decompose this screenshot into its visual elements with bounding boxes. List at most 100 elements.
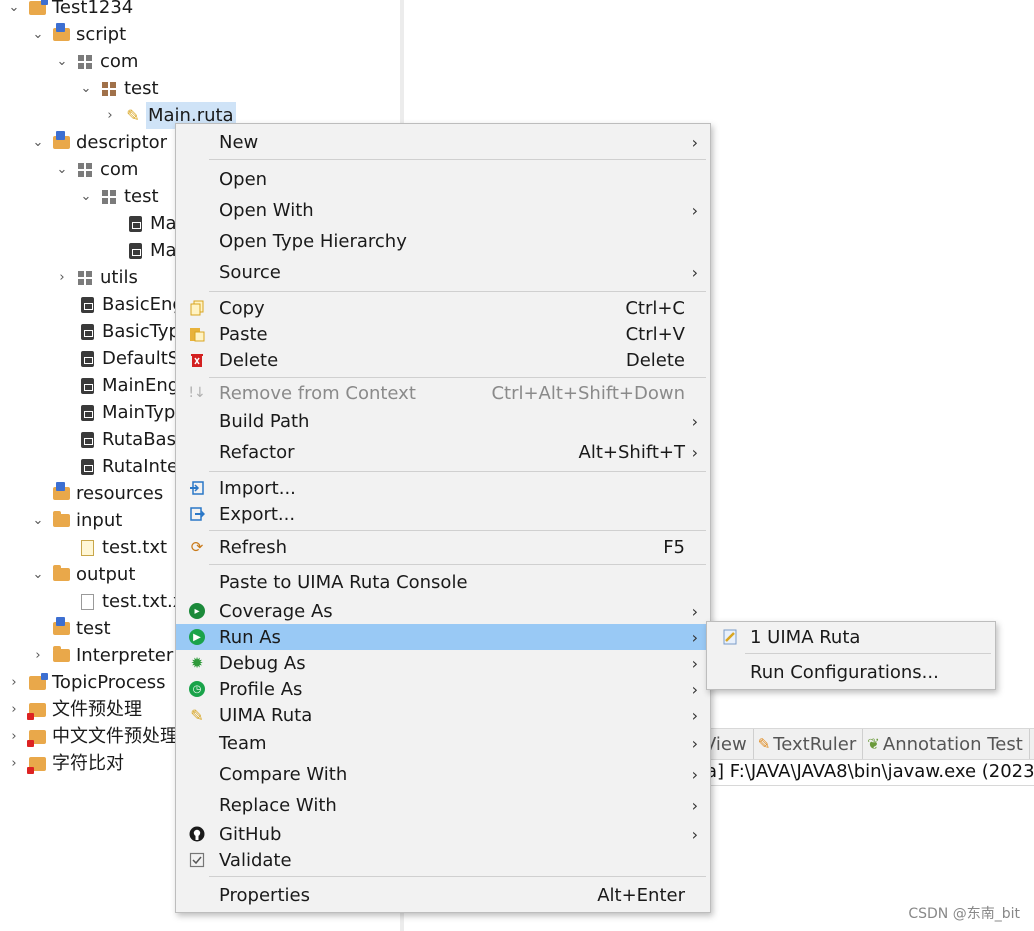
menu-item-replace-with[interactable]: Replace With › <box>176 792 710 818</box>
menu-item-profile-as[interactable]: ◷ Profile As › <box>176 676 710 702</box>
menu-item-delete[interactable]: Delete Delete <box>176 347 710 373</box>
collapse-arrow-icon[interactable]: › <box>30 642 46 669</box>
console-tab-bar: View ✎ TextRuler ❦ Annotation Test <box>700 728 1034 760</box>
tree-item-file[interactable]: BasicTyp <box>78 318 182 345</box>
xml-file-icon <box>78 431 96 449</box>
tab-label: Annotation Test <box>882 733 1023 755</box>
tree-item-file[interactable]: test.txt <box>78 534 169 561</box>
tree-item-label: input <box>76 510 123 531</box>
tree-item-file[interactable]: RutaBasi <box>78 426 183 453</box>
menu-item-source[interactable]: Source › <box>176 259 710 285</box>
folder-icon <box>52 511 70 530</box>
package-icon <box>76 53 94 71</box>
tree-item-file[interactable]: Ma <box>126 210 179 237</box>
menu-item-import[interactable]: Import... <box>176 475 710 501</box>
menu-item-paste-to-console[interactable]: Paste to UIMA Ruta Console <box>176 569 710 595</box>
tree-item-folder[interactable]: ⌄ output <box>30 561 137 588</box>
expand-arrow-icon[interactable]: ⌄ <box>78 75 94 102</box>
menu-item-run-as[interactable]: ▶ Run As › <box>176 624 710 650</box>
menu-shortcut: Ctrl+V <box>625 323 685 345</box>
menu-item-github[interactable]: GitHub › <box>176 821 710 847</box>
menu-item-label: GitHub <box>219 823 282 845</box>
collapse-arrow-icon[interactable]: › <box>102 102 118 129</box>
menu-item-export[interactable]: Export... <box>176 501 710 527</box>
expand-arrow-icon[interactable]: ⌄ <box>54 48 70 75</box>
menu-item-team[interactable]: Team › <box>176 730 710 756</box>
tree-item-package[interactable]: ⌄ test <box>78 183 161 210</box>
collapse-arrow-icon[interactable]: › <box>6 696 22 723</box>
submenu-arrow-icon: › <box>691 733 698 753</box>
tree-item-label: BasicEng <box>102 294 184 315</box>
paste-icon <box>188 325 206 343</box>
menu-item-refresh[interactable]: ⟳ Refresh F5 <box>176 534 710 560</box>
tree-item-folder[interactable]: ⌄ script <box>30 21 128 48</box>
submenu-arrow-icon: › <box>691 653 698 673</box>
export-icon <box>188 505 206 523</box>
tree-item-project[interactable]: › 中文文件预处理 <box>6 723 180 750</box>
menu-item-uima-ruta[interactable]: ✎ UIMA Ruta › <box>176 702 710 728</box>
expand-arrow-icon[interactable]: ⌄ <box>30 507 46 534</box>
source-folder-icon <box>52 617 70 638</box>
menu-item-compare-with[interactable]: Compare With › <box>176 761 710 787</box>
tree-item-folder[interactable]: ⌄ descriptor <box>30 129 169 156</box>
xml-file-icon <box>78 404 96 422</box>
tree-item-file[interactable]: MainEng <box>78 372 181 399</box>
collapse-arrow-icon[interactable]: › <box>6 750 22 777</box>
remove-context-icon: !↓ <box>188 385 206 401</box>
tree-item-file[interactable]: Ma <box>126 237 179 264</box>
menu-item-new[interactable]: New › <box>176 129 710 155</box>
package-icon <box>100 188 118 206</box>
submenu-item-uima-ruta[interactable]: 1 UIMA Ruta <box>707 623 995 651</box>
source-folder-icon <box>52 482 70 503</box>
menu-item-label: Build Path <box>219 410 310 432</box>
menu-item-copy[interactable]: Copy Ctrl+C <box>176 295 710 321</box>
expand-arrow-icon[interactable]: ⌄ <box>30 21 46 48</box>
tree-item-folder[interactable]: test <box>52 615 113 642</box>
submenu-item-run-configurations[interactable]: Run Configurations... <box>707 658 995 686</box>
menu-item-build-path[interactable]: Build Path › <box>176 408 710 434</box>
menu-item-validate[interactable]: Validate <box>176 847 710 873</box>
tree-item-file[interactable]: DefaultS <box>78 345 181 372</box>
menu-item-open-with[interactable]: Open With › <box>176 197 710 223</box>
tree-item-project[interactable]: › 文件预处理 <box>6 696 144 723</box>
menu-item-paste[interactable]: Paste Ctrl+V <box>176 321 710 347</box>
menu-item-open[interactable]: Open <box>176 166 710 192</box>
tree-item-project[interactable]: ⌄ Test1234 <box>6 0 135 21</box>
expand-arrow-icon[interactable]: ⌄ <box>30 129 46 156</box>
tree-item-package[interactable]: ⌄ com <box>54 156 140 183</box>
expand-arrow-icon[interactable]: ⌄ <box>6 0 22 21</box>
tree-item-file[interactable]: RutaInte <box>78 453 180 480</box>
tree-item-project[interactable]: › 字符比对 <box>6 750 126 777</box>
expand-arrow-icon[interactable]: ⌄ <box>30 561 46 588</box>
tree-item-package[interactable]: › utils <box>54 264 140 291</box>
menu-item-refactor[interactable]: Refactor Alt+Shift+T › <box>176 439 710 465</box>
collapse-arrow-icon[interactable]: › <box>6 669 22 696</box>
menu-item-label: Paste <box>219 323 268 345</box>
tree-item-package[interactable]: ⌄ com <box>54 48 140 75</box>
tree-item-folder[interactable]: › Interpreter <box>30 642 175 669</box>
menu-item-properties[interactable]: Properties Alt+Enter <box>176 882 710 908</box>
menu-item-coverage-as[interactable]: ▸ Coverage As › <box>176 598 710 624</box>
expand-arrow-icon[interactable]: ⌄ <box>78 183 94 210</box>
menu-item-label: Validate <box>219 849 292 871</box>
tree-item-label: resources <box>76 483 164 504</box>
expand-arrow-icon[interactable]: ⌄ <box>54 156 70 183</box>
collapse-arrow-icon[interactable]: › <box>54 264 70 291</box>
tree-item-label: Test1234 <box>52 0 134 18</box>
collapse-arrow-icon[interactable]: › <box>6 723 22 750</box>
menu-item-debug-as[interactable]: ✹ Debug As › <box>176 650 710 676</box>
tab-textruler[interactable]: ✎ TextRuler <box>754 729 864 759</box>
menu-item-open-type-hierarchy[interactable]: Open Type Hierarchy <box>176 228 710 254</box>
tab-annotation-test[interactable]: ❦ Annotation Test <box>863 729 1030 759</box>
project-folder-icon <box>28 672 48 692</box>
tree-item-project[interactable]: › TopicProcess <box>6 669 168 696</box>
tree-item-file[interactable]: MainTyp <box>78 399 177 426</box>
tree-item-folder[interactable]: ⌄ input <box>30 507 124 534</box>
tree-item-package[interactable]: ⌄ test <box>78 75 161 102</box>
tree-item-folder[interactable]: resources <box>52 480 165 507</box>
tree-item-file[interactable]: BasicEng <box>78 291 186 318</box>
project-error-icon <box>26 755 46 774</box>
menu-shortcut: Alt+Enter <box>597 884 685 906</box>
xml-file-icon <box>126 242 144 260</box>
project-error-icon <box>26 701 46 720</box>
